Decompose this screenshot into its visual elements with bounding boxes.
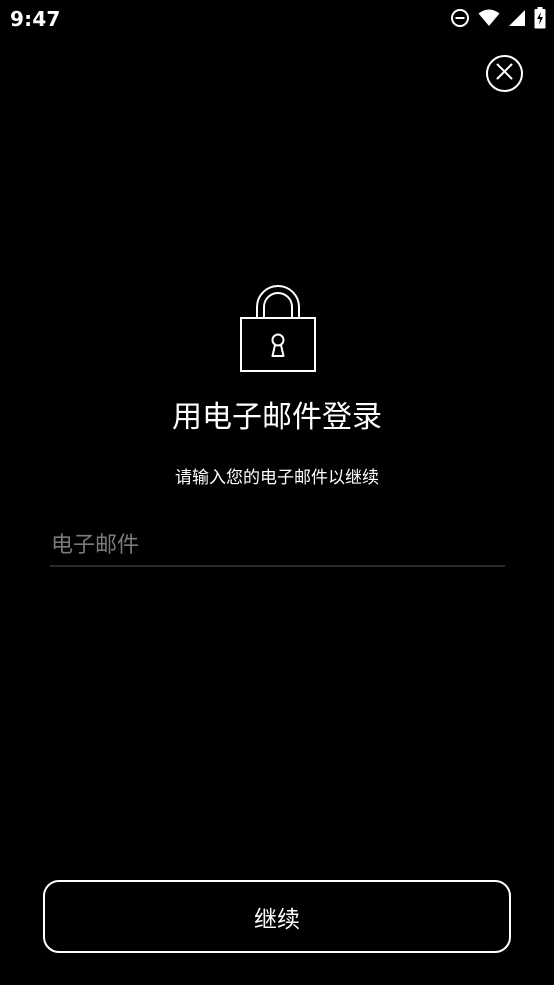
status-time: 9:47 (10, 7, 61, 31)
continue-button[interactable]: 继续 (43, 880, 511, 953)
close-icon (496, 63, 513, 84)
email-field-container (50, 525, 505, 567)
continue-button-label: 继续 (254, 906, 300, 933)
login-subtitle: 请输入您的电子邮件以继续 (175, 468, 379, 488)
wifi-icon (478, 9, 500, 27)
status-bar: 9:47 (0, 0, 554, 36)
do-not-disturb-icon (450, 8, 470, 28)
padlock-icon (238, 285, 318, 375)
email-field[interactable] (50, 525, 505, 565)
status-icons (450, 7, 546, 29)
close-button[interactable] (486, 55, 523, 92)
battery-charging-icon (534, 7, 546, 29)
login-title: 用电子邮件登录 (172, 400, 382, 435)
cellular-signal-icon (508, 9, 526, 27)
